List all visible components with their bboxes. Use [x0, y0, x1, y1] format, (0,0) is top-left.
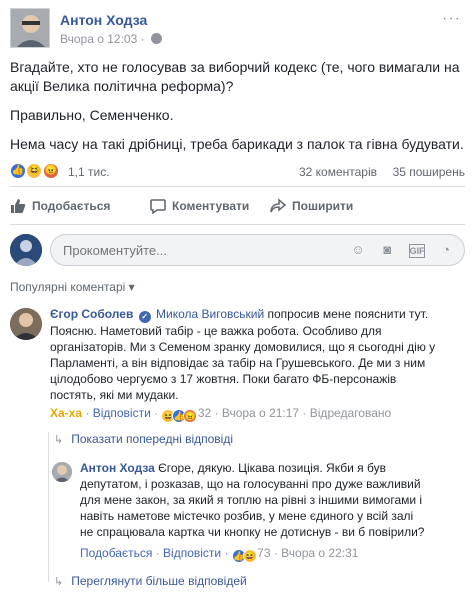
comment-box[interactable]: ☺ ◙ GIF ◔: [50, 234, 465, 266]
shares-count[interactable]: 35 поширень: [393, 165, 465, 179]
reply-reaction-icons[interactable]: 👍😆: [231, 549, 257, 563]
angry-reaction-icon: 😠: [42, 163, 59, 179]
post-time-text[interactable]: Вчора о 12:03 ·: [60, 32, 148, 46]
share-button[interactable]: Поширити: [270, 190, 353, 222]
commenter-photo-icon: [10, 308, 42, 340]
comment-text: Поясню. Наметовий табір - це важка робот…: [50, 324, 382, 338]
camera-icon[interactable]: ◙: [379, 242, 395, 258]
divider: [10, 186, 465, 187]
post-paragraph: Вгадайте, хто не голосував за виборчий к…: [10, 59, 460, 94]
reply-text: навіть наметове містечко розбив, у мене …: [80, 509, 414, 523]
haha-reaction-icon: 😆: [26, 163, 43, 179]
like-button[interactable]: Подобається: [10, 190, 110, 222]
reply-comment: Антон Ходза Єгоре, дякую. Цікава позиція…: [52, 460, 465, 570]
post-text: Вгадайте, хто не голосував за виборчий к…: [10, 58, 465, 164]
reply-author-avatar[interactable]: [52, 462, 72, 482]
comment-text: попросив мене пояснити тут.: [264, 307, 429, 321]
avatar-photo-icon: [11, 9, 49, 47]
post-card: Антон Ходза Вчора о 12:03 · ··· Вгадайте…: [0, 0, 475, 600]
reply-like-button[interactable]: Подобається: [80, 546, 152, 560]
reply-author-photo-icon: [52, 462, 72, 482]
reply-arrow-icon: ↳: [54, 434, 64, 446]
reactions-summary: 👍 😆 😠 1,1 тис. 32 коментарів 35 поширень: [10, 162, 465, 182]
comment-body: Єгор Соболев ✓ Микола Виговський попроси…: [50, 306, 465, 403]
reply-first-line: Антон Ходза Єгоре, дякую. Цікава позиція…: [80, 460, 465, 476]
post-paragraph: Нема часу на такі дрібниці, треба барика…: [10, 136, 464, 152]
comments-count[interactable]: 32 коментарів: [299, 165, 377, 179]
comment-author[interactable]: Єгор Соболев: [50, 307, 133, 321]
comment-input[interactable]: [63, 235, 313, 265]
comment-label: Коментувати: [172, 199, 250, 213]
comment-reaction-count[interactable]: 32: [198, 406, 211, 420]
reactions-count[interactable]: 1,1 тис.: [68, 165, 110, 179]
emoji-icon[interactable]: ☺: [350, 242, 366, 258]
reply-arrow-icon: ↳: [54, 576, 64, 588]
comment-icon: [150, 199, 166, 215]
haha-reaction-icon: 😆: [242, 549, 257, 563]
globe-icon: [150, 33, 162, 44]
thread-line: [48, 432, 49, 582]
haha-reaction-button[interactable]: Ха-ха: [50, 406, 82, 420]
share-icon: [270, 198, 287, 213]
reply-text: для мене закон, за який я топлю на рівні…: [80, 493, 423, 507]
post-paragraph: Правильно, Семенченко.: [10, 107, 174, 123]
reply-body: Антон Ходза Єгоре, дякую. Цікава позиція…: [80, 460, 465, 540]
comment-button[interactable]: Коментувати: [150, 190, 249, 222]
post-timestamp[interactable]: Вчора о 12:03 ·: [60, 32, 162, 46]
comment: Єгор Соболев ✓ Микола Виговський попроси…: [10, 306, 465, 426]
reply-text: Єгоре, дякую. Цікава позиція. Якби я був: [154, 461, 386, 475]
like-label: Подобається: [32, 199, 111, 213]
angry-reaction-icon: 😠: [183, 409, 198, 423]
composer-icons: ☺ ◙ GIF ◔: [340, 242, 454, 258]
user-photo-icon: [10, 234, 42, 266]
divider: [10, 224, 465, 225]
reply-author[interactable]: Антон Ходза: [80, 461, 155, 475]
comment-reaction-icons[interactable]: 😆👍😠: [161, 409, 198, 423]
reply-reaction-count[interactable]: 73: [257, 546, 270, 560]
reaction-icons[interactable]: 👍 😆 😠: [10, 163, 59, 181]
comment-first-line: Єгор Соболев ✓ Микола Виговський попроси…: [50, 306, 465, 323]
more-options-icon[interactable]: ···: [442, 10, 461, 28]
post-header: Антон Ходза Вчора о 12:03 · ···: [10, 8, 465, 48]
gif-icon[interactable]: GIF: [408, 244, 425, 258]
share-label: Поширити: [292, 199, 354, 213]
commenter-avatar[interactable]: [10, 308, 42, 340]
comment-text: постять, які ми мудаки.: [50, 388, 179, 402]
popular-comments-filter[interactable]: Популярні коментарі ▾: [10, 280, 135, 294]
comment-composer: ☺ ◙ GIF ◔: [10, 232, 465, 268]
see-more-label: Переглянути більше відповідей: [71, 574, 247, 588]
comment-time[interactable]: Вчора о 21:17: [222, 406, 299, 420]
reply-text: депутатом, і розказав, що на голосуванні…: [80, 477, 421, 491]
reply-reply-button[interactable]: Відповісти: [163, 546, 221, 560]
comment-text: Парламенті, а він відповідає за табір на…: [50, 356, 426, 370]
comment-meta: Ха-ха · Відповісти · 😆👍😠 32 · Вчора о 21…: [50, 406, 392, 423]
current-user-avatar[interactable]: [10, 234, 42, 266]
show-previous-replies[interactable]: ↳ Показати попередні відповіді: [54, 432, 233, 446]
author-avatar[interactable]: [10, 8, 50, 48]
mention-link[interactable]: Микола Виговський: [156, 307, 264, 321]
verified-badge-icon: ✓: [138, 311, 151, 323]
sticker-icon[interactable]: ◔: [438, 242, 454, 258]
comment-text: організаторів. Ми з Семеном зранку домов…: [50, 340, 436, 354]
reply-button[interactable]: Відповісти: [93, 406, 151, 420]
edited-label[interactable]: Відредаговано: [310, 406, 391, 420]
see-more-replies[interactable]: ↳ Переглянути більше відповідей: [54, 574, 247, 588]
reply-meta: Подобається · Відповісти · 👍😆 73 · Вчора…: [80, 546, 359, 563]
show-previous-label: Показати попередні відповіді: [71, 432, 233, 446]
post-actions: Подобається Коментувати Поширити: [10, 190, 465, 222]
reply-time[interactable]: Вчора о 22:31: [281, 546, 358, 560]
post-author-name[interactable]: Антон Ходза: [60, 12, 147, 28]
reply-text: не спрацювала картка чи кнопку не дотисн…: [80, 525, 425, 539]
comment-text: цілодобово чергуємо з 17 жовтня. Поки ба…: [50, 372, 397, 386]
thumbs-up-icon: [11, 199, 26, 213]
like-reaction-icon: 👍: [10, 163, 26, 179]
